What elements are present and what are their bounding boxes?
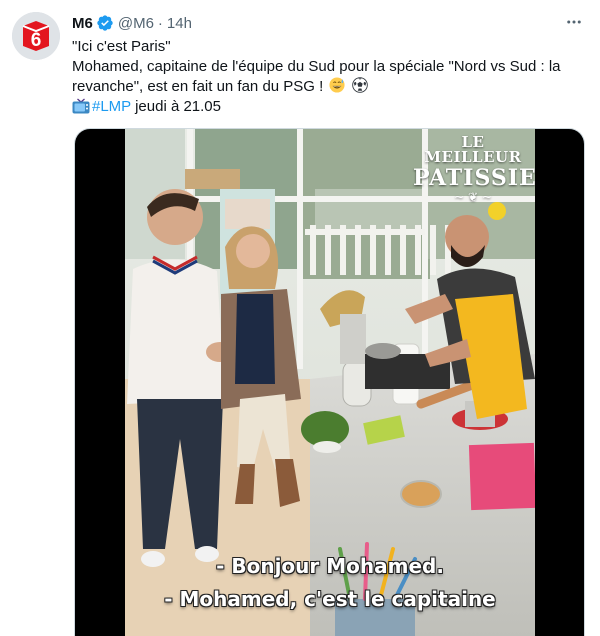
timestamp[interactable]: 14h bbox=[167, 15, 192, 32]
television-emoji bbox=[72, 98, 90, 114]
author-handle[interactable]: @M6 bbox=[118, 15, 154, 32]
separator-dot: · bbox=[157, 14, 163, 32]
video-player[interactable]: LE MEILLEUR PATISSIER ~ ❦ ~ - Bonjour Mo… bbox=[74, 128, 585, 636]
author-name[interactable]: M6 bbox=[72, 15, 93, 32]
verified-badge-icon bbox=[97, 15, 113, 31]
svg-text:6: 6 bbox=[31, 30, 42, 51]
avatar[interactable]: 6 bbox=[12, 12, 60, 60]
subtitle-line-2: - Mohamed, c'est le capitaine bbox=[164, 587, 496, 611]
tweet-body-text: Mohamed, capitaine de l'équipe du Sud po… bbox=[72, 58, 561, 95]
show-logo: LE MEILLEUR PATISSIER ~ ❦ ~ bbox=[413, 133, 535, 204]
tweet-header: M6 @M6 · 14h bbox=[72, 13, 192, 33]
tweet-text: "Ici c'est Paris" Mohamed, capitaine de … bbox=[72, 37, 577, 117]
tweet-line-quote: "Ici c'est Paris" bbox=[72, 38, 171, 55]
schedule-text: jeudi à 21.05 bbox=[130, 98, 221, 115]
hashtag-link[interactable]: #LMP bbox=[92, 98, 131, 115]
show-logo-swirl-icon: ~ ❦ ~ bbox=[454, 190, 492, 204]
show-logo-line1: LE MEILLEUR bbox=[424, 133, 522, 166]
tweet-line-schedule: #LMP jeudi à 21.05 bbox=[72, 97, 577, 117]
subtitle-line-1: - Bonjour Mohamed. bbox=[216, 554, 444, 578]
soccer-ball-emoji bbox=[351, 77, 368, 93]
m6-logo-icon: 6 bbox=[12, 12, 60, 60]
show-logo-line2: PATISSIER bbox=[413, 165, 535, 191]
more-icon[interactable] bbox=[564, 12, 584, 32]
tweet-line-body: Mohamed, capitaine de l'équipe du Sud po… bbox=[72, 57, 577, 97]
video-frame: LE MEILLEUR PATISSIER ~ ❦ ~ - Bonjour Mo… bbox=[125, 129, 535, 636]
grinning-sweat-emoji bbox=[329, 77, 346, 93]
